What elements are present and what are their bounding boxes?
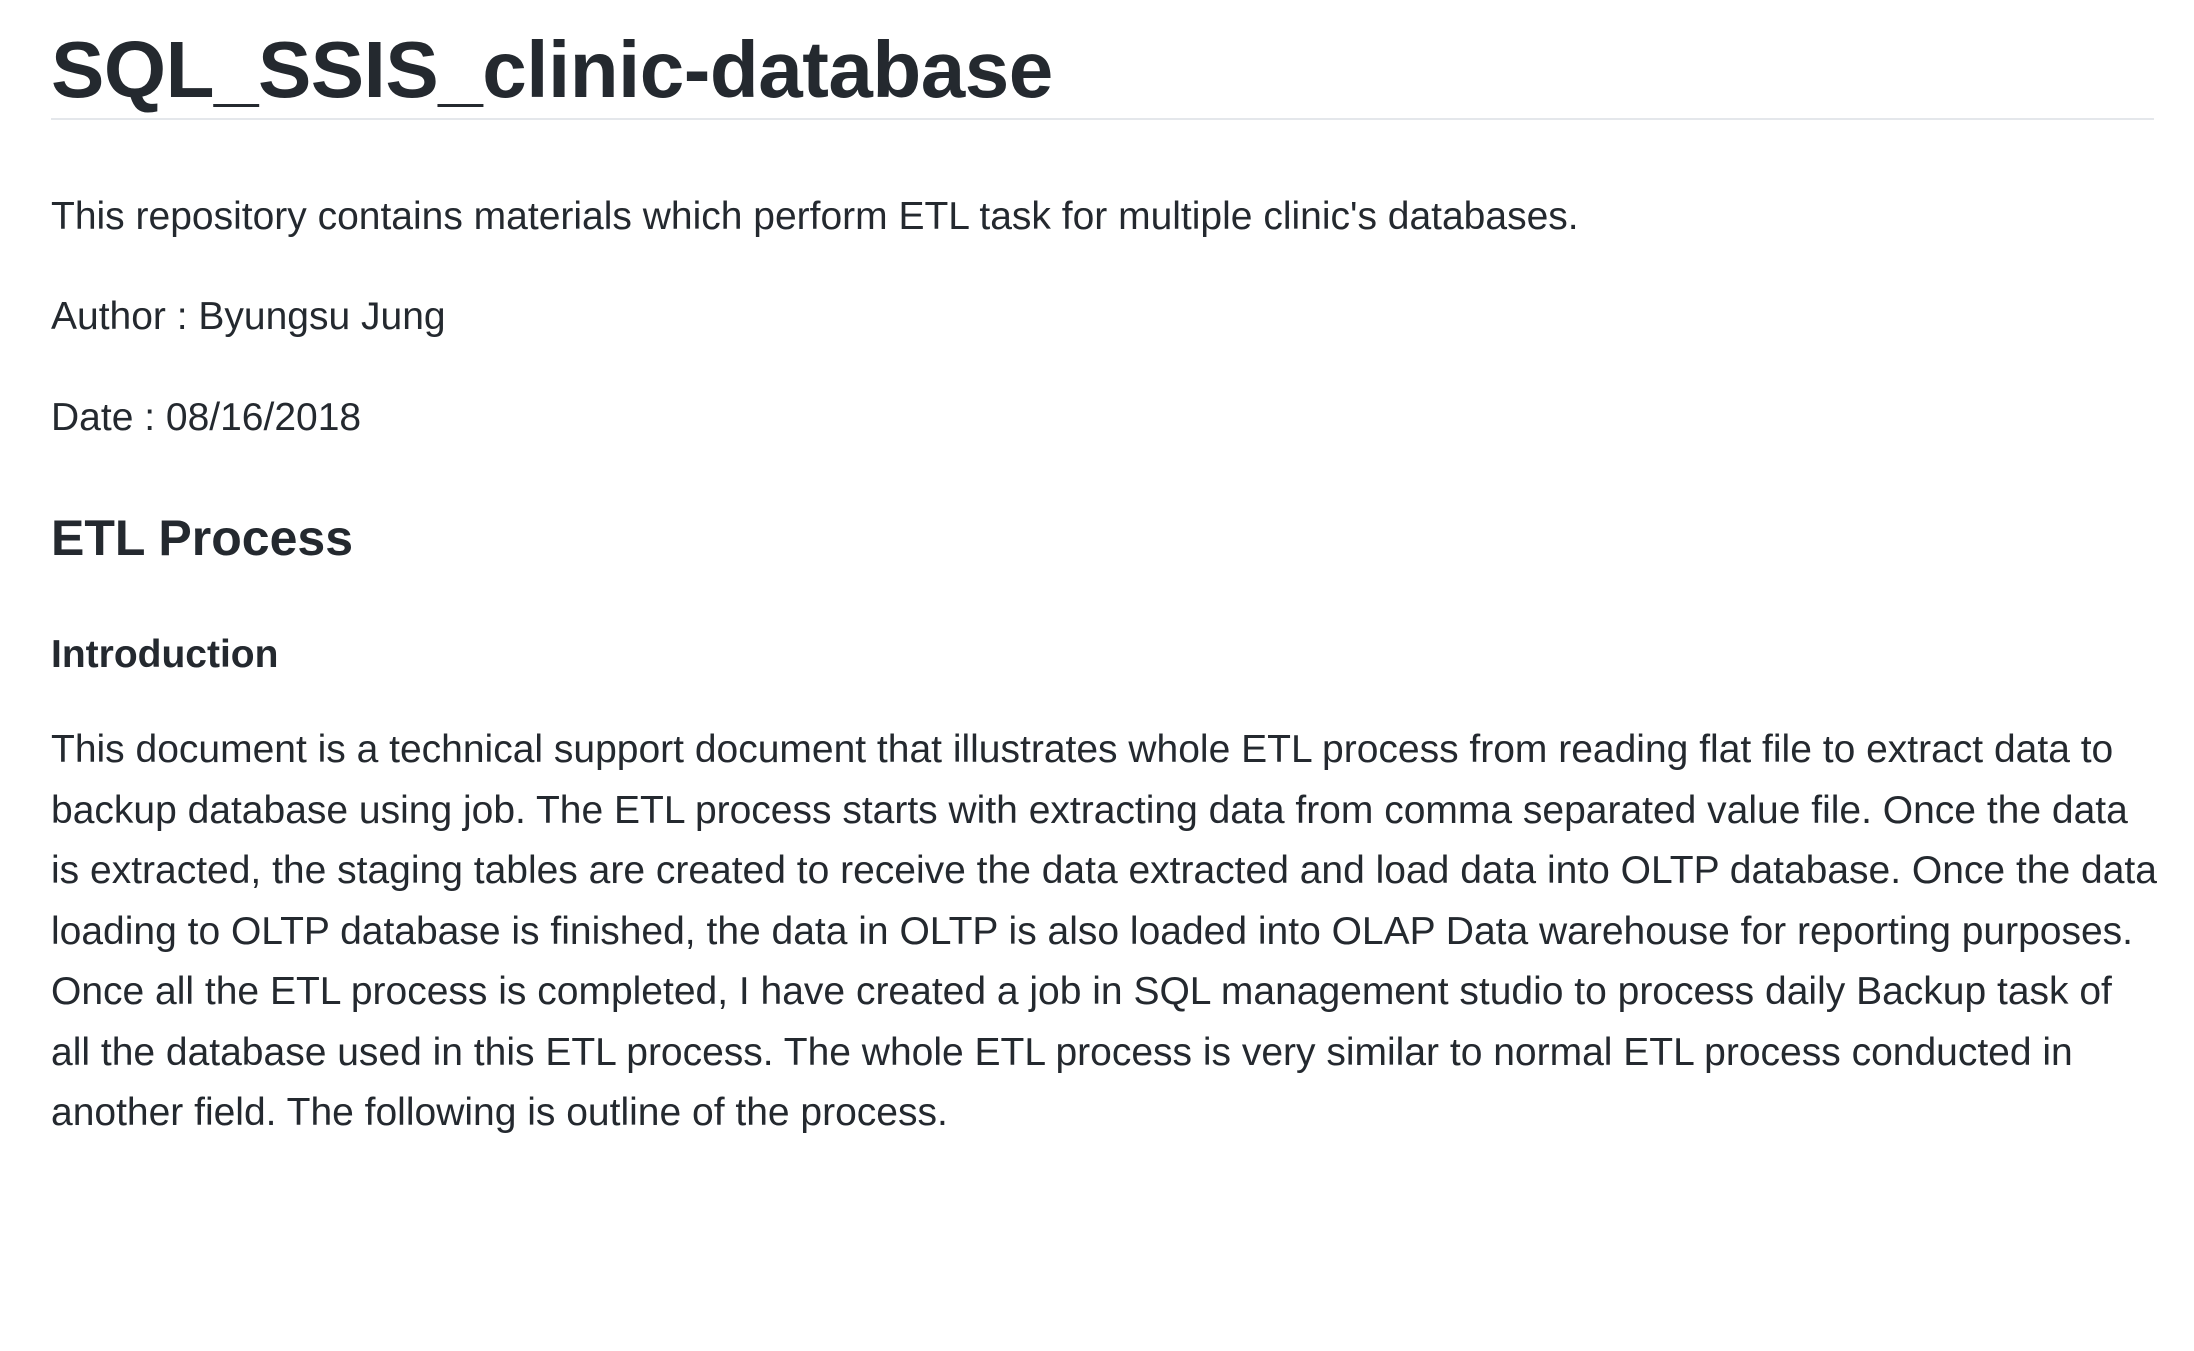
readme-content: SQL_SSIS_clinic-database This repository… bbox=[51, 0, 2157, 1134]
repo-description: This repository contains materials which… bbox=[51, 195, 1579, 238]
date-line: Date : 08/16/2018 bbox=[51, 396, 362, 439]
repo-title: SQL_SSIS_clinic-database bbox=[51, 0, 2154, 120]
introduction-paragraph: This document is a technical support doc… bbox=[51, 728, 2157, 1134]
author-line: Author : Byungsu Jung bbox=[51, 295, 446, 338]
section-heading-etl-process: ETL Process bbox=[51, 510, 354, 566]
subsection-heading-introduction: Introduction bbox=[51, 633, 279, 676]
